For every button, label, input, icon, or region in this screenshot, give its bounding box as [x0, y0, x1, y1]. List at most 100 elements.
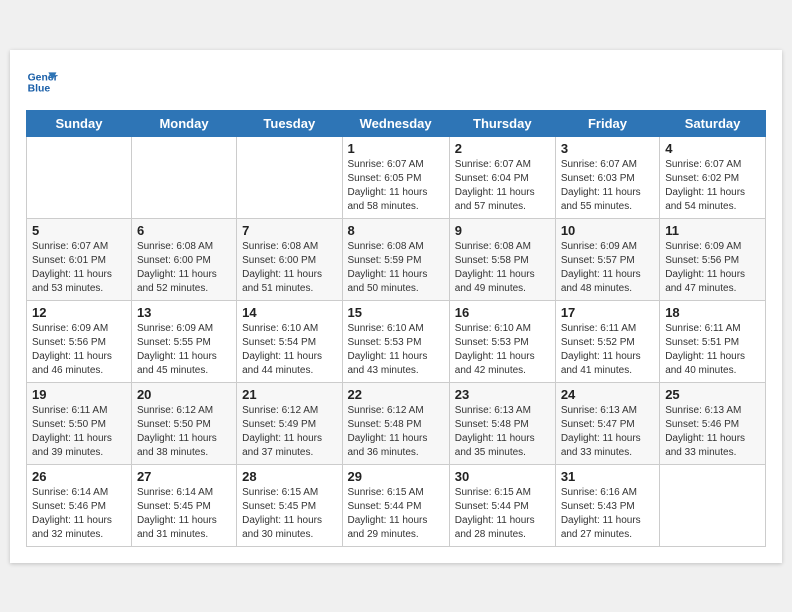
- day-number: 15: [348, 305, 444, 320]
- weekday-header: Monday: [131, 110, 236, 136]
- day-number: 30: [455, 469, 550, 484]
- calendar-cell: 7 Sunrise: 6:08 AM Sunset: 6:00 PM Dayli…: [237, 218, 342, 300]
- day-number: 18: [665, 305, 760, 320]
- day-number: 26: [32, 469, 126, 484]
- weekday-header: Sunday: [27, 110, 132, 136]
- day-info: Sunrise: 6:10 AM Sunset: 5:54 PM Dayligh…: [242, 322, 336, 378]
- day-info: Sunrise: 6:15 AM Sunset: 5:44 PM Dayligh…: [455, 486, 550, 542]
- calendar-cell: 1 Sunrise: 6:07 AM Sunset: 6:05 PM Dayli…: [342, 136, 449, 218]
- day-info: Sunrise: 6:09 AM Sunset: 5:56 PM Dayligh…: [665, 240, 760, 296]
- day-info: Sunrise: 6:08 AM Sunset: 6:00 PM Dayligh…: [137, 240, 231, 296]
- calendar-cell: 29 Sunrise: 6:15 AM Sunset: 5:44 PM Dayl…: [342, 464, 449, 546]
- calendar-cell: 12 Sunrise: 6:09 AM Sunset: 5:56 PM Dayl…: [27, 300, 132, 382]
- calendar-cell: 16 Sunrise: 6:10 AM Sunset: 5:53 PM Dayl…: [449, 300, 555, 382]
- day-number: 17: [561, 305, 654, 320]
- calendar-cell: 28 Sunrise: 6:15 AM Sunset: 5:45 PM Dayl…: [237, 464, 342, 546]
- day-number: 28: [242, 469, 336, 484]
- day-number: 23: [455, 387, 550, 402]
- day-info: Sunrise: 6:10 AM Sunset: 5:53 PM Dayligh…: [455, 322, 550, 378]
- day-info: Sunrise: 6:11 AM Sunset: 5:51 PM Dayligh…: [665, 322, 760, 378]
- logo-icon: General Blue: [26, 66, 58, 98]
- calendar-cell: 2 Sunrise: 6:07 AM Sunset: 6:04 PM Dayli…: [449, 136, 555, 218]
- day-info: Sunrise: 6:07 AM Sunset: 6:02 PM Dayligh…: [665, 158, 760, 214]
- day-number: 31: [561, 469, 654, 484]
- calendar-cell: 26 Sunrise: 6:14 AM Sunset: 5:46 PM Dayl…: [27, 464, 132, 546]
- calendar-cell: 4 Sunrise: 6:07 AM Sunset: 6:02 PM Dayli…: [660, 136, 766, 218]
- calendar-week-row: 12 Sunrise: 6:09 AM Sunset: 5:56 PM Dayl…: [27, 300, 766, 382]
- calendar-week-row: 26 Sunrise: 6:14 AM Sunset: 5:46 PM Dayl…: [27, 464, 766, 546]
- calendar-cell: 9 Sunrise: 6:08 AM Sunset: 5:58 PM Dayli…: [449, 218, 555, 300]
- weekday-header: Wednesday: [342, 110, 449, 136]
- day-number: 3: [561, 141, 654, 156]
- day-info: Sunrise: 6:12 AM Sunset: 5:50 PM Dayligh…: [137, 404, 231, 460]
- day-info: Sunrise: 6:09 AM Sunset: 5:57 PM Dayligh…: [561, 240, 654, 296]
- day-info: Sunrise: 6:08 AM Sunset: 6:00 PM Dayligh…: [242, 240, 336, 296]
- weekday-header: Thursday: [449, 110, 555, 136]
- day-info: Sunrise: 6:07 AM Sunset: 6:05 PM Dayligh…: [348, 158, 444, 214]
- day-info: Sunrise: 6:13 AM Sunset: 5:48 PM Dayligh…: [455, 404, 550, 460]
- calendar-cell: 11 Sunrise: 6:09 AM Sunset: 5:56 PM Dayl…: [660, 218, 766, 300]
- day-info: Sunrise: 6:09 AM Sunset: 5:56 PM Dayligh…: [32, 322, 126, 378]
- logo: General Blue: [26, 66, 58, 98]
- day-number: 8: [348, 223, 444, 238]
- calendar-cell: 10 Sunrise: 6:09 AM Sunset: 5:57 PM Dayl…: [555, 218, 659, 300]
- calendar-cell: 22 Sunrise: 6:12 AM Sunset: 5:48 PM Dayl…: [342, 382, 449, 464]
- calendar-cell: 27 Sunrise: 6:14 AM Sunset: 5:45 PM Dayl…: [131, 464, 236, 546]
- calendar-week-row: 19 Sunrise: 6:11 AM Sunset: 5:50 PM Dayl…: [27, 382, 766, 464]
- weekday-header: Friday: [555, 110, 659, 136]
- day-number: 24: [561, 387, 654, 402]
- day-number: 12: [32, 305, 126, 320]
- day-number: 16: [455, 305, 550, 320]
- day-number: 19: [32, 387, 126, 402]
- calendar-cell: 13 Sunrise: 6:09 AM Sunset: 5:55 PM Dayl…: [131, 300, 236, 382]
- day-info: Sunrise: 6:07 AM Sunset: 6:03 PM Dayligh…: [561, 158, 654, 214]
- calendar-week-row: 1 Sunrise: 6:07 AM Sunset: 6:05 PM Dayli…: [27, 136, 766, 218]
- day-number: 9: [455, 223, 550, 238]
- day-info: Sunrise: 6:08 AM Sunset: 5:59 PM Dayligh…: [348, 240, 444, 296]
- calendar-cell: 31 Sunrise: 6:16 AM Sunset: 5:43 PM Dayl…: [555, 464, 659, 546]
- day-info: Sunrise: 6:13 AM Sunset: 5:46 PM Dayligh…: [665, 404, 760, 460]
- calendar-cell: 18 Sunrise: 6:11 AM Sunset: 5:51 PM Dayl…: [660, 300, 766, 382]
- calendar-cell: [27, 136, 132, 218]
- day-number: 27: [137, 469, 231, 484]
- day-number: 7: [242, 223, 336, 238]
- calendar-week-row: 5 Sunrise: 6:07 AM Sunset: 6:01 PM Dayli…: [27, 218, 766, 300]
- calendar-cell: 19 Sunrise: 6:11 AM Sunset: 5:50 PM Dayl…: [27, 382, 132, 464]
- calendar-cell: 3 Sunrise: 6:07 AM Sunset: 6:03 PM Dayli…: [555, 136, 659, 218]
- calendar-cell: 23 Sunrise: 6:13 AM Sunset: 5:48 PM Dayl…: [449, 382, 555, 464]
- calendar-container: General Blue SundayMondayTuesdayWednesda…: [10, 50, 782, 563]
- day-number: 29: [348, 469, 444, 484]
- day-info: Sunrise: 6:13 AM Sunset: 5:47 PM Dayligh…: [561, 404, 654, 460]
- calendar-cell: 8 Sunrise: 6:08 AM Sunset: 5:59 PM Dayli…: [342, 218, 449, 300]
- calendar-cell: 24 Sunrise: 6:13 AM Sunset: 5:47 PM Dayl…: [555, 382, 659, 464]
- day-info: Sunrise: 6:12 AM Sunset: 5:49 PM Dayligh…: [242, 404, 336, 460]
- day-number: 21: [242, 387, 336, 402]
- weekday-header-row: SundayMondayTuesdayWednesdayThursdayFrid…: [27, 110, 766, 136]
- svg-text:Blue: Blue: [28, 83, 51, 94]
- calendar-cell: [660, 464, 766, 546]
- day-number: 10: [561, 223, 654, 238]
- day-number: 2: [455, 141, 550, 156]
- day-number: 5: [32, 223, 126, 238]
- day-number: 25: [665, 387, 760, 402]
- day-number: 6: [137, 223, 231, 238]
- calendar-cell: 30 Sunrise: 6:15 AM Sunset: 5:44 PM Dayl…: [449, 464, 555, 546]
- calendar-cell: 25 Sunrise: 6:13 AM Sunset: 5:46 PM Dayl…: [660, 382, 766, 464]
- day-number: 1: [348, 141, 444, 156]
- day-info: Sunrise: 6:16 AM Sunset: 5:43 PM Dayligh…: [561, 486, 654, 542]
- calendar-cell: [131, 136, 236, 218]
- calendar-header: General Blue: [26, 66, 766, 98]
- day-number: 11: [665, 223, 760, 238]
- day-info: Sunrise: 6:15 AM Sunset: 5:45 PM Dayligh…: [242, 486, 336, 542]
- day-number: 13: [137, 305, 231, 320]
- calendar-cell: 15 Sunrise: 6:10 AM Sunset: 5:53 PM Dayl…: [342, 300, 449, 382]
- calendar-cell: 20 Sunrise: 6:12 AM Sunset: 5:50 PM Dayl…: [131, 382, 236, 464]
- day-info: Sunrise: 6:10 AM Sunset: 5:53 PM Dayligh…: [348, 322, 444, 378]
- calendar-cell: 5 Sunrise: 6:07 AM Sunset: 6:01 PM Dayli…: [27, 218, 132, 300]
- day-info: Sunrise: 6:07 AM Sunset: 6:01 PM Dayligh…: [32, 240, 126, 296]
- day-info: Sunrise: 6:08 AM Sunset: 5:58 PM Dayligh…: [455, 240, 550, 296]
- calendar-cell: 14 Sunrise: 6:10 AM Sunset: 5:54 PM Dayl…: [237, 300, 342, 382]
- calendar-cell: [237, 136, 342, 218]
- day-info: Sunrise: 6:14 AM Sunset: 5:45 PM Dayligh…: [137, 486, 231, 542]
- day-info: Sunrise: 6:14 AM Sunset: 5:46 PM Dayligh…: [32, 486, 126, 542]
